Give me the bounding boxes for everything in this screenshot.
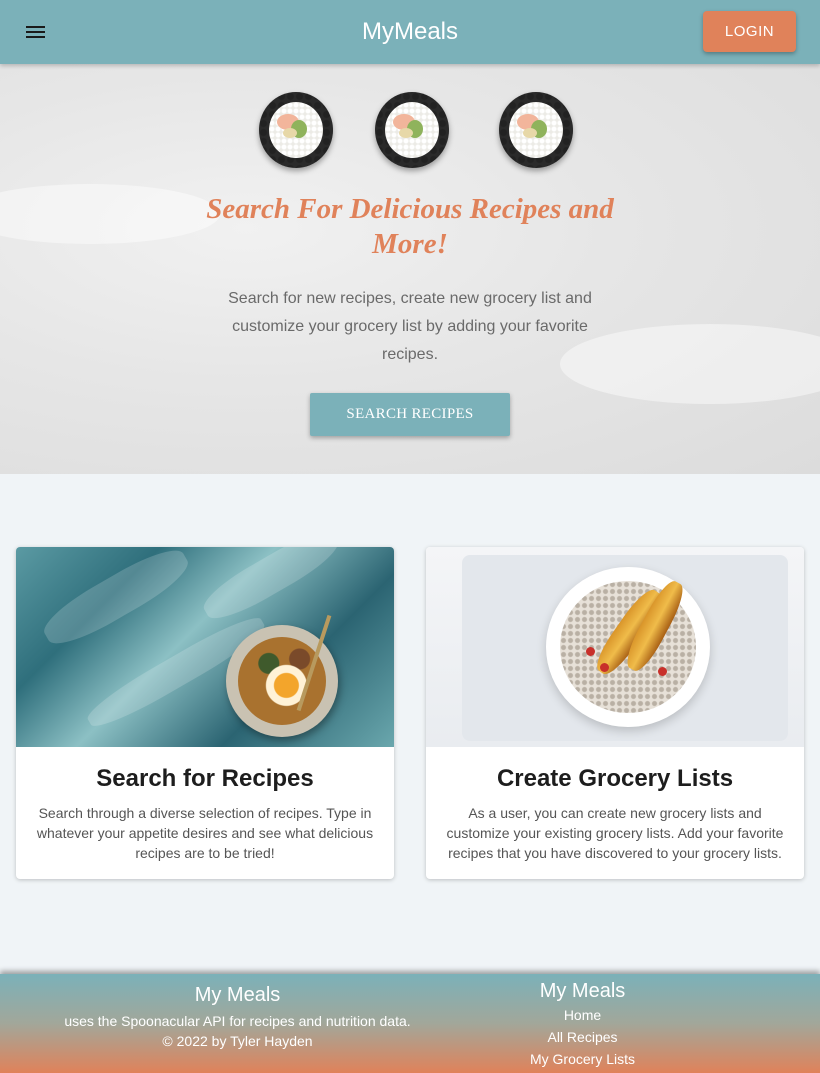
footer-link-my-grocery-lists[interactable]: My Grocery Lists [450, 1048, 715, 1070]
card-title: Create Grocery Lists [496, 765, 734, 792]
footer-nav: My Meals Home All Recipes My Grocery Lis… [450, 980, 715, 1070]
card-text: Search through a diverse selection of re… [36, 805, 374, 861]
sushi-image [259, 92, 333, 168]
footer-link-all-recipes[interactable]: All Recipes [450, 1026, 715, 1048]
search-recipes-card[interactable]: Search for Recipes Search through a dive… [16, 547, 394, 879]
footer-copyright: © 2022 by Tyler Hayden [162, 1033, 313, 1049]
card-image-pasta [16, 547, 394, 747]
footer-about: My Meals uses the Spoonacular API for re… [60, 984, 415, 1051]
card-text: As a user, you can create new grocery li… [446, 805, 784, 861]
sushi-image [375, 92, 449, 168]
footer-title: My Meals [194, 984, 281, 1006]
search-recipes-button[interactable]: SEARCH RECIPES [310, 393, 510, 436]
sushi-image [499, 92, 573, 168]
hero-section: Search For Delicious Recipes and More! S… [0, 64, 820, 474]
footer-description: uses the Spoonacular API for recipes and… [64, 1013, 411, 1029]
footer-nav-title: My Meals [539, 980, 626, 1002]
hero-description: Search for new recipes, create new groce… [228, 290, 592, 363]
app-bar: MyMeals LOGIN [0, 0, 820, 64]
footer-link-home[interactable]: Home [450, 1004, 715, 1026]
grocery-lists-card[interactable]: Create Grocery Lists As a user, you can … [426, 547, 804, 879]
card-image-oatmeal [426, 547, 804, 747]
hero-title: Search For Delicious Recipes and More! [206, 193, 614, 260]
login-button[interactable]: LOGIN [703, 11, 796, 52]
card-title: Search for Recipes [96, 765, 314, 792]
brand-title[interactable]: MyMeals [0, 18, 820, 46]
footer: My Meals uses the Spoonacular API for re… [0, 974, 820, 1073]
